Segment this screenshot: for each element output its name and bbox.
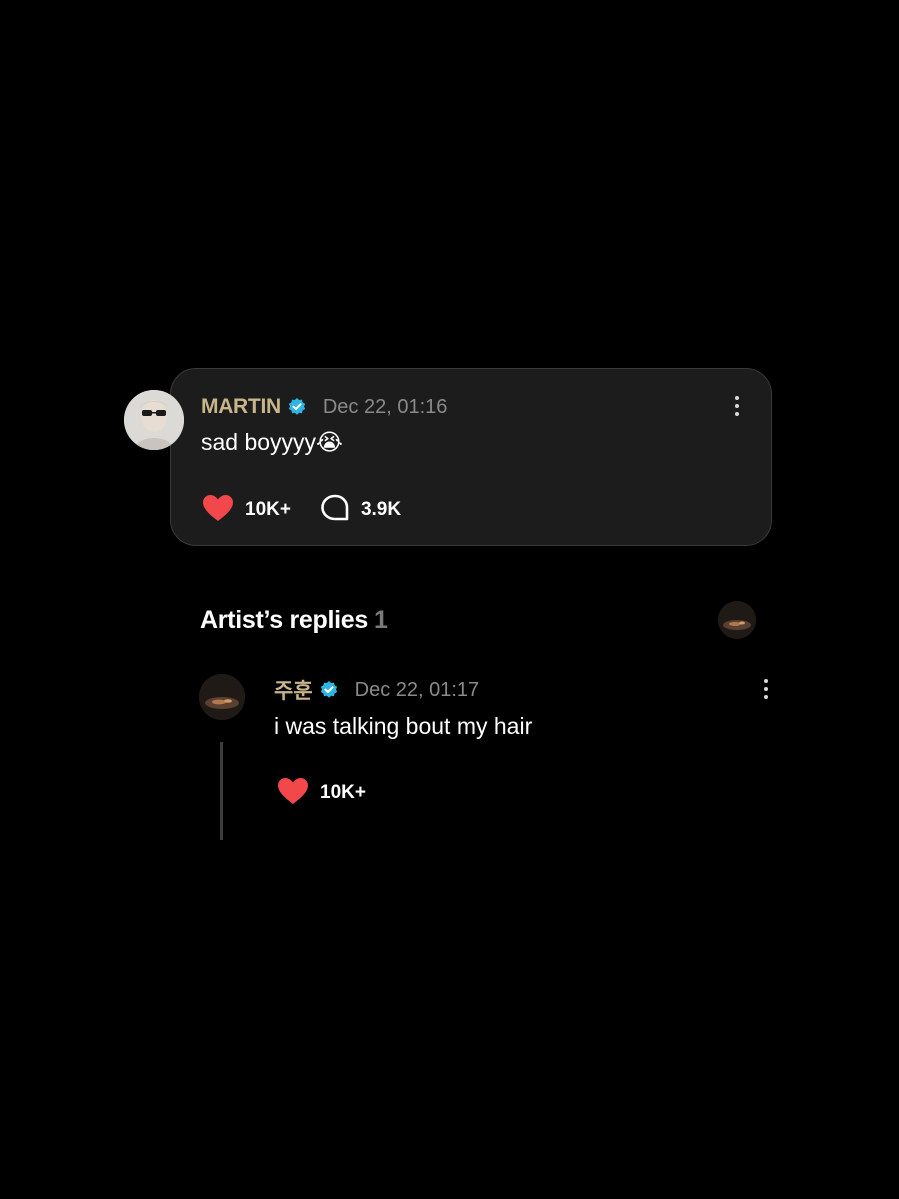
- more-vertical-icon[interactable]: [725, 391, 749, 421]
- reply-timestamp: Dec 22, 01:17: [354, 678, 480, 701]
- replies-title-label: Artist’s replies: [200, 606, 368, 634]
- post-text: sad boyyyy😭: [201, 429, 343, 455]
- artist-replies-heading: Artist’s replies 1: [200, 606, 388, 635]
- comment-bubble-icon: [319, 493, 351, 528]
- reply-text: i was talking bout my hair: [274, 713, 533, 739]
- page: MARTIN Dec 22, 01:16 sad boyyyy😭 10K+ 3.…: [0, 0, 899, 1199]
- replies-count: 1: [373, 606, 388, 634]
- reply-avatar[interactable]: [199, 674, 245, 720]
- comment-count: 3.9K: [360, 499, 402, 520]
- reply-like-button[interactable]: 10K+: [276, 776, 366, 811]
- reply-actions: 10K+: [276, 776, 366, 810]
- post-header: MARTIN Dec 22, 01:16: [201, 393, 447, 421]
- avatar[interactable]: [124, 390, 184, 450]
- like-button[interactable]: 10K+: [201, 493, 291, 528]
- post-card[interactable]: MARTIN Dec 22, 01:16 sad boyyyy😭 10K+ 3.…: [170, 368, 772, 546]
- like-count: 10K+: [245, 499, 291, 520]
- reply-author-name[interactable]: 주훈: [274, 675, 313, 705]
- verified-badge-icon: [319, 680, 339, 700]
- reply-like-count: 10K+: [320, 782, 366, 803]
- heart-icon: [201, 493, 235, 528]
- post-author-name[interactable]: MARTIN: [201, 395, 281, 419]
- artist-avatar-small[interactable]: [718, 601, 756, 639]
- verified-badge-icon: [287, 397, 307, 417]
- post-timestamp: Dec 22, 01:16: [322, 395, 448, 418]
- thread-line: [220, 742, 223, 840]
- comment-button[interactable]: 3.9K: [319, 493, 401, 528]
- post-actions: 10K+ 3.9K: [201, 493, 401, 527]
- more-vertical-icon[interactable]: [754, 674, 778, 704]
- reply-header: 주훈 Dec 22, 01:17: [274, 676, 479, 704]
- heart-icon: [276, 776, 310, 811]
